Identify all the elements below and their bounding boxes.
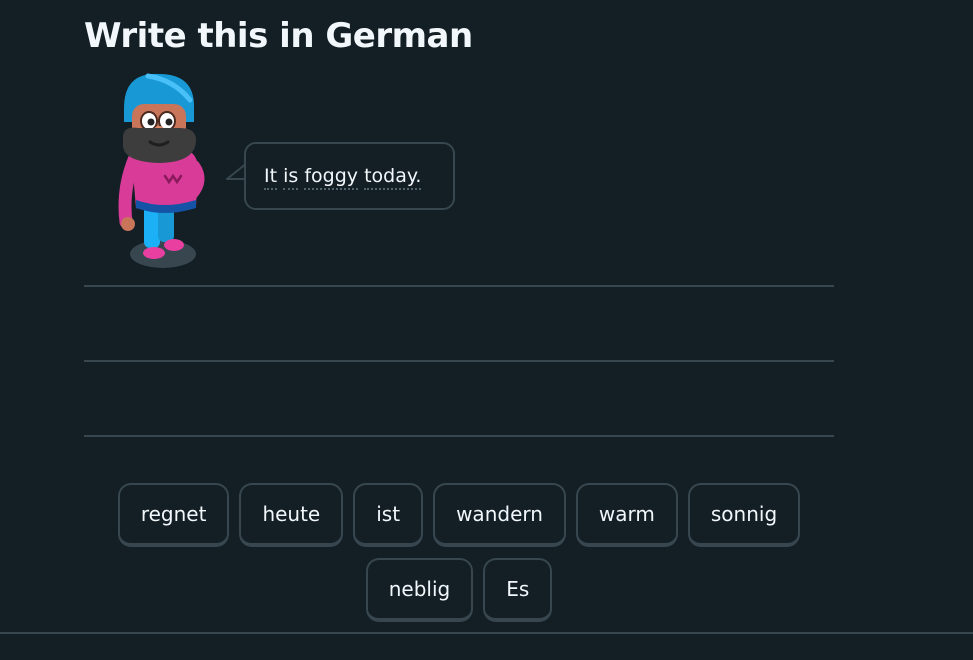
answer-line [84, 360, 834, 362]
prompt-word[interactable]: foggy [304, 165, 359, 190]
word-tile-es[interactable]: Es [483, 558, 553, 622]
speaker-character-icon [114, 70, 210, 275]
word-tile-warm[interactable]: warm [575, 483, 678, 547]
speech-bubble: It is foggy today. [244, 142, 455, 210]
word-tile-neblig[interactable]: neblig [365, 558, 474, 622]
prompt-word[interactable]: today. [364, 165, 422, 190]
prompt-sentence: It is foggy today. [264, 162, 422, 190]
word-bank: regnet heute ist wandern warm sonnig neb… [0, 483, 918, 633]
word-tile-sonnig[interactable]: sonnig [687, 483, 801, 547]
answer-line [84, 285, 834, 287]
word-tile-ist[interactable]: ist [353, 483, 424, 547]
word-tile-heute[interactable]: heute [239, 483, 344, 547]
word-tile-regnet[interactable]: regnet [117, 483, 230, 547]
word-tile-wandern[interactable]: wandern [433, 483, 566, 547]
answer-line [84, 435, 834, 437]
prompt-word[interactable]: It [264, 165, 278, 190]
word-bank-row: regnet heute ist wandern warm sonnig [0, 483, 918, 547]
word-bank-row: neblig Es [0, 558, 918, 622]
prompt-word[interactable]: is [283, 165, 299, 190]
footer-divider [0, 632, 973, 634]
exercise-title: Write this in German [84, 16, 473, 56]
exercise-page: Write this in German It is foggy today. … [0, 0, 973, 660]
